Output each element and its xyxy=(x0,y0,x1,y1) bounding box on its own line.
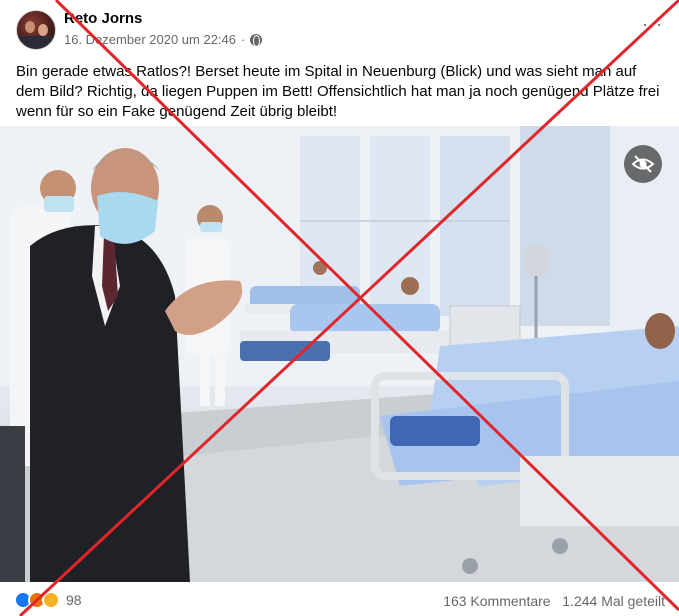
meta-separator: · xyxy=(241,32,246,47)
post-header: Reto Jorns 16. Dezember 2020 um 22:46 · … xyxy=(0,0,679,54)
hide-image-button[interactable] xyxy=(624,145,662,183)
globe-icon xyxy=(250,33,263,47)
shares-count[interactable]: 1.244 Mal geteilt xyxy=(562,593,665,609)
author-avatar[interactable] xyxy=(16,10,56,50)
comments-count[interactable]: 163 Kommentare xyxy=(443,593,550,609)
reaction-count: 98 xyxy=(66,592,82,608)
post-text: Bin gerade etwas Ratlos?! Berset heute i… xyxy=(16,63,660,120)
post-date[interactable]: 16. Dezember 2020 um 22:46 xyxy=(64,32,236,47)
author-name[interactable]: Reto Jorns xyxy=(64,10,142,27)
eye-slash-icon xyxy=(631,155,655,173)
post-stats: 163 Kommentare 1.244 Mal geteilt xyxy=(443,593,665,609)
post-meta: 16. Dezember 2020 um 22:46 · xyxy=(64,32,263,47)
hospital-scene xyxy=(0,126,679,582)
post-photo[interactable] xyxy=(0,126,679,582)
post-footer: 98 163 Kommentare 1.244 Mal geteilt xyxy=(0,582,679,616)
haha-icon xyxy=(42,591,60,609)
reactions-summary[interactable]: 98 xyxy=(14,591,82,609)
more-options-icon[interactable]: ··· xyxy=(642,14,663,35)
